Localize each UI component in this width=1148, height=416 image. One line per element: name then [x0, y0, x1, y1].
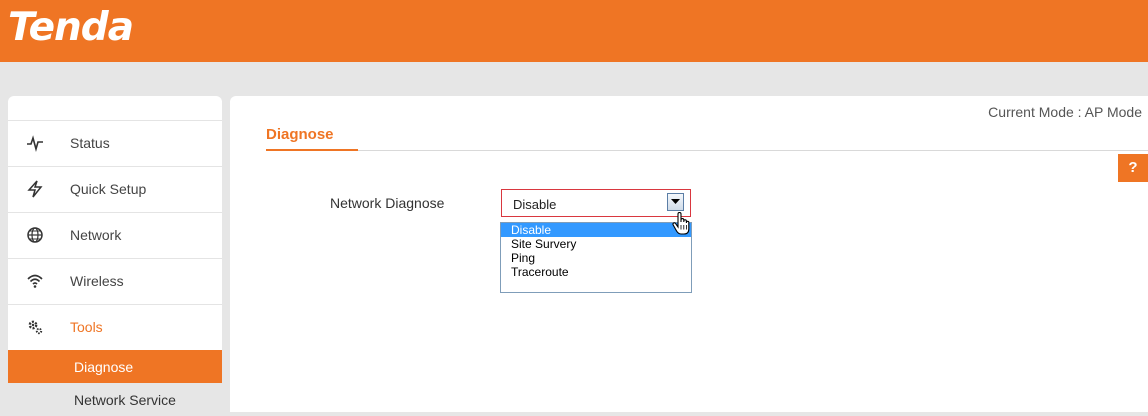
network-diagnose-select[interactable]: Disable	[501, 189, 691, 217]
bolt-icon	[26, 180, 44, 198]
main-panel: Current Mode : AP Mode Diagnose ? Networ…	[230, 96, 1148, 412]
sidebar-item-label: Wireless	[70, 273, 124, 289]
globe-icon	[26, 226, 44, 244]
sidebar-item-status[interactable]: Status	[8, 120, 222, 166]
hand-cursor-icon	[671, 211, 693, 236]
help-button[interactable]: ?	[1118, 154, 1148, 182]
current-mode-text: Current Mode : AP Mode	[988, 104, 1142, 120]
gears-icon	[26, 318, 44, 336]
network-diagnose-label: Network Diagnose	[330, 195, 445, 211]
wifi-icon	[26, 272, 44, 290]
top-header: Tenda	[0, 0, 1148, 62]
sidebar-item-label: Tools	[70, 319, 103, 335]
sidebar-subitem-network-service[interactable]: Network Service	[8, 383, 222, 416]
diagnose-options-list: Disable Site Survery Ping Traceroute	[500, 222, 692, 293]
section-divider	[266, 150, 1148, 151]
sidebar-item-label: Network	[70, 227, 122, 243]
sidebar-item-label: Quick Setup	[70, 181, 147, 197]
option-site-survey[interactable]: Site Survery	[501, 237, 691, 251]
sidebar-item-network[interactable]: Network	[8, 212, 222, 258]
option-traceroute[interactable]: Traceroute	[501, 265, 691, 279]
sidebar-item-tools[interactable]: Tools	[8, 304, 222, 350]
pulse-icon	[26, 134, 44, 152]
option-ping[interactable]: Ping	[501, 251, 691, 265]
header-strip	[0, 62, 1148, 96]
sidebar-item-label: Status	[70, 135, 110, 151]
sidebar-item-quick-setup[interactable]: Quick Setup	[8, 166, 222, 212]
option-disable[interactable]: Disable	[501, 223, 691, 237]
page-title: Diagnose	[266, 126, 334, 143]
sidebar-subitem-label: Network Service	[74, 392, 176, 408]
chevron-down-icon[interactable]	[667, 193, 684, 211]
title-underline	[266, 149, 358, 151]
sidebar-subitem-label: Diagnose	[74, 359, 134, 375]
sidebar: Status Quick Setup Network Wireless Tool…	[8, 96, 222, 416]
sidebar-subitem-diagnose[interactable]: Diagnose	[8, 350, 222, 383]
tenda-logo: Tenda	[8, 5, 134, 50]
select-value: Disable	[513, 197, 557, 212]
sidebar-item-wireless[interactable]: Wireless	[8, 258, 222, 304]
